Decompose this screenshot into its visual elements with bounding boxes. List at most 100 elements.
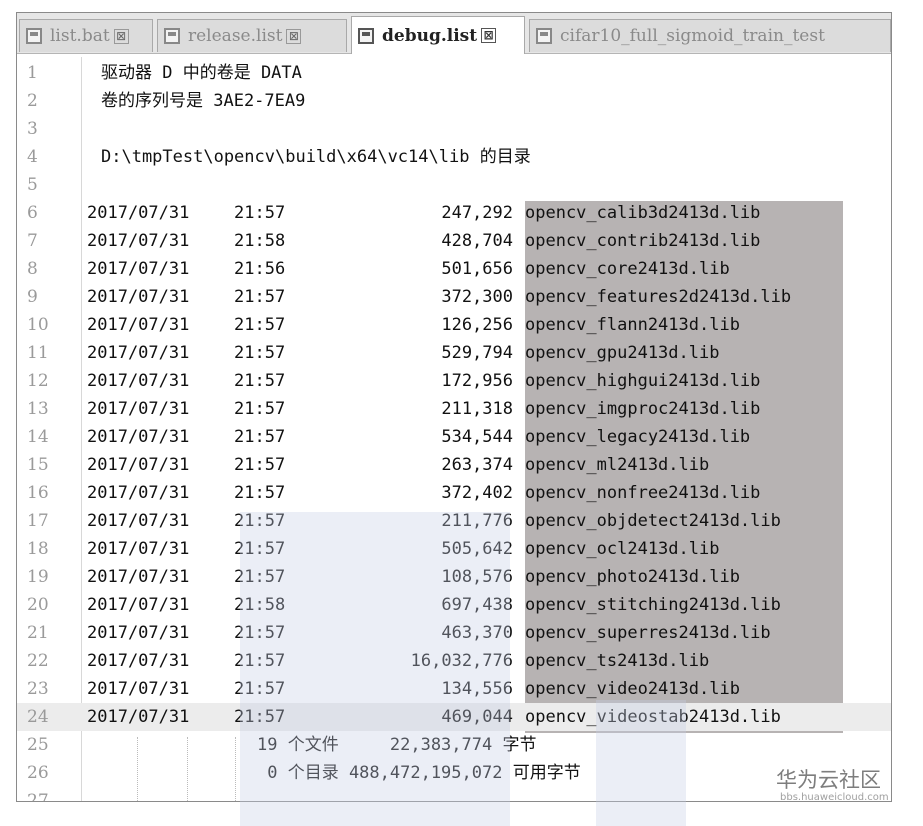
file-size: 428,704 bbox=[441, 231, 513, 251]
file-date: 2017/07/31 bbox=[87, 539, 190, 559]
file-icon bbox=[536, 28, 552, 44]
file-time: 21:57 bbox=[234, 399, 286, 419]
tab-bar: list.bat ⊠ release.list ⊠ debug.list ⊠ c… bbox=[17, 13, 891, 54]
tab-list-bat[interactable]: list.bat ⊠ bbox=[19, 19, 153, 52]
background-logo-shape bbox=[240, 512, 510, 826]
file-name: opencv_legacy2413d.lib bbox=[525, 427, 751, 447]
file-row: 15 2017/07/31 21:57 263,374 opencv_ml2413d.l… bbox=[17, 451, 891, 479]
file-date: 2017/07/31 bbox=[87, 455, 190, 475]
close-icon[interactable]: ⊠ bbox=[113, 28, 129, 44]
file-icon bbox=[164, 28, 180, 44]
file-row: 12 2017/07/31 21:57 172,956 opencv_highgui24… bbox=[17, 367, 891, 395]
file-time: 21:57 bbox=[234, 315, 286, 335]
file-time: 21:57 bbox=[234, 371, 286, 391]
file-date: 2017/07/31 bbox=[87, 259, 190, 279]
file-date: 2017/07/31 bbox=[87, 679, 190, 699]
file-time: 21:57 bbox=[234, 483, 286, 503]
file-size: 529,794 bbox=[441, 343, 513, 363]
file-date: 2017/07/31 bbox=[87, 567, 190, 587]
indent-guide bbox=[187, 737, 189, 801]
line-number: 7 bbox=[27, 231, 38, 251]
file-row: 7 2017/07/31 21:58 428,704 opencv_contrib241… bbox=[17, 227, 891, 255]
file-date: 2017/07/31 bbox=[87, 371, 190, 391]
code-line: 2 卷的序列号是 3AE2-7EA9 bbox=[17, 87, 891, 115]
file-date: 2017/07/31 bbox=[87, 399, 190, 419]
file-name: opencv_features2d2413d.lib bbox=[525, 287, 792, 307]
file-name: opencv_flann2413d.lib bbox=[525, 315, 740, 335]
file-time: 21:57 bbox=[234, 287, 286, 307]
file-size: 126,256 bbox=[441, 315, 513, 335]
tab-release-list[interactable]: release.list ⊠ bbox=[157, 19, 347, 52]
file-name: opencv_stitching2413d.lib bbox=[525, 595, 781, 615]
close-icon[interactable]: ⊠ bbox=[286, 28, 302, 44]
background-logo-shape bbox=[596, 700, 686, 826]
line-number: 21 bbox=[27, 623, 49, 643]
file-date: 2017/07/31 bbox=[87, 315, 190, 335]
file-date: 2017/07/31 bbox=[87, 511, 190, 531]
file-date: 2017/07/31 bbox=[87, 483, 190, 503]
line-number: 2 bbox=[27, 91, 38, 111]
file-date: 2017/07/31 bbox=[87, 203, 190, 223]
file-row: 10 2017/07/31 21:57 126,256 opencv_flann2413… bbox=[17, 311, 891, 339]
code-line: 5 bbox=[17, 171, 891, 199]
file-row: 11 2017/07/31 21:57 529,794 opencv_gpu2413d.… bbox=[17, 339, 891, 367]
line-number: 12 bbox=[27, 371, 49, 391]
file-date: 2017/07/31 bbox=[87, 343, 190, 363]
file-date: 2017/07/31 bbox=[87, 427, 190, 447]
file-time: 21:57 bbox=[234, 455, 286, 475]
file-row: 16 2017/07/31 21:57 372,402 opencv_nonfree24… bbox=[17, 479, 891, 507]
file-size: 211,318 bbox=[441, 399, 513, 419]
file-name: opencv_imgproc2413d.lib bbox=[525, 399, 761, 419]
line-number: 11 bbox=[27, 343, 49, 363]
line-number: 8 bbox=[27, 259, 38, 279]
line-number: 4 bbox=[27, 147, 38, 167]
line-number: 1 bbox=[27, 63, 38, 83]
tab-debug-list[interactable]: debug.list ⊠ bbox=[351, 16, 525, 54]
file-name: opencv_core2413d.lib bbox=[525, 259, 730, 279]
line-number: 9 bbox=[27, 287, 38, 307]
line-number: 26 bbox=[27, 763, 49, 783]
file-name: opencv_video2413d.lib bbox=[525, 679, 740, 699]
line-number: 15 bbox=[27, 455, 49, 475]
file-row: 14 2017/07/31 21:57 534,544 opencv_legacy241… bbox=[17, 423, 891, 451]
file-time: 21:57 bbox=[234, 203, 286, 223]
line-number: 27 bbox=[27, 791, 49, 802]
tab-cifar10-train-test[interactable]: cifar10_full_sigmoid_train_test bbox=[529, 19, 891, 52]
file-name: opencv_objdetect2413d.lib bbox=[525, 511, 781, 531]
file-icon bbox=[26, 28, 42, 44]
watermark-text: 华为云社区 bbox=[776, 768, 881, 792]
close-icon[interactable]: ⊠ bbox=[481, 28, 497, 43]
file-row: 8 2017/07/31 21:56 501,656 opencv_core2413d.… bbox=[17, 255, 891, 283]
code-line: 3 bbox=[17, 115, 891, 143]
file-name: opencv_photo2413d.lib bbox=[525, 567, 740, 587]
line-number: 10 bbox=[27, 315, 49, 335]
line-number: 6 bbox=[27, 203, 38, 223]
line-number: 16 bbox=[27, 483, 49, 503]
file-date: 2017/07/31 bbox=[87, 231, 190, 251]
line-number: 13 bbox=[27, 399, 49, 419]
file-size: 534,544 bbox=[441, 427, 513, 447]
file-size: 263,374 bbox=[441, 455, 513, 475]
watermark-url: bbs.huaweicloud.com bbox=[780, 792, 889, 803]
tab-label: list.bat bbox=[50, 26, 110, 46]
file-date: 2017/07/31 bbox=[87, 287, 190, 307]
file-size: 247,292 bbox=[441, 203, 513, 223]
tab-label: debug.list bbox=[382, 25, 478, 46]
file-name: opencv_contrib2413d.lib bbox=[525, 231, 761, 251]
file-size: 172,956 bbox=[441, 371, 513, 391]
line-text: D:\tmpTest\opencv\build\x64\vc14\lib 的目录 bbox=[101, 147, 531, 167]
line-number: 24 bbox=[27, 707, 49, 727]
file-size: 372,300 bbox=[441, 287, 513, 307]
file-date: 2017/07/31 bbox=[87, 707, 190, 727]
file-time: 21:57 bbox=[234, 427, 286, 447]
line-number: 25 bbox=[27, 735, 49, 755]
file-name: opencv_superres2413d.lib bbox=[525, 623, 771, 643]
line-text: 驱动器 D 中的卷是 DATA bbox=[101, 63, 302, 83]
file-row: 6 2017/07/31 21:57 247,292 opencv_calib3d241… bbox=[17, 199, 891, 227]
line-text: 卷的序列号是 3AE2-7EA9 bbox=[101, 91, 306, 111]
line-number: 17 bbox=[27, 511, 49, 531]
line-number: 14 bbox=[27, 427, 49, 447]
file-date: 2017/07/31 bbox=[87, 651, 190, 671]
file-name: opencv_gpu2413d.lib bbox=[525, 343, 720, 363]
code-line: 4 D:\tmpTest\opencv\build\x64\vc14\lib 的目… bbox=[17, 143, 891, 171]
